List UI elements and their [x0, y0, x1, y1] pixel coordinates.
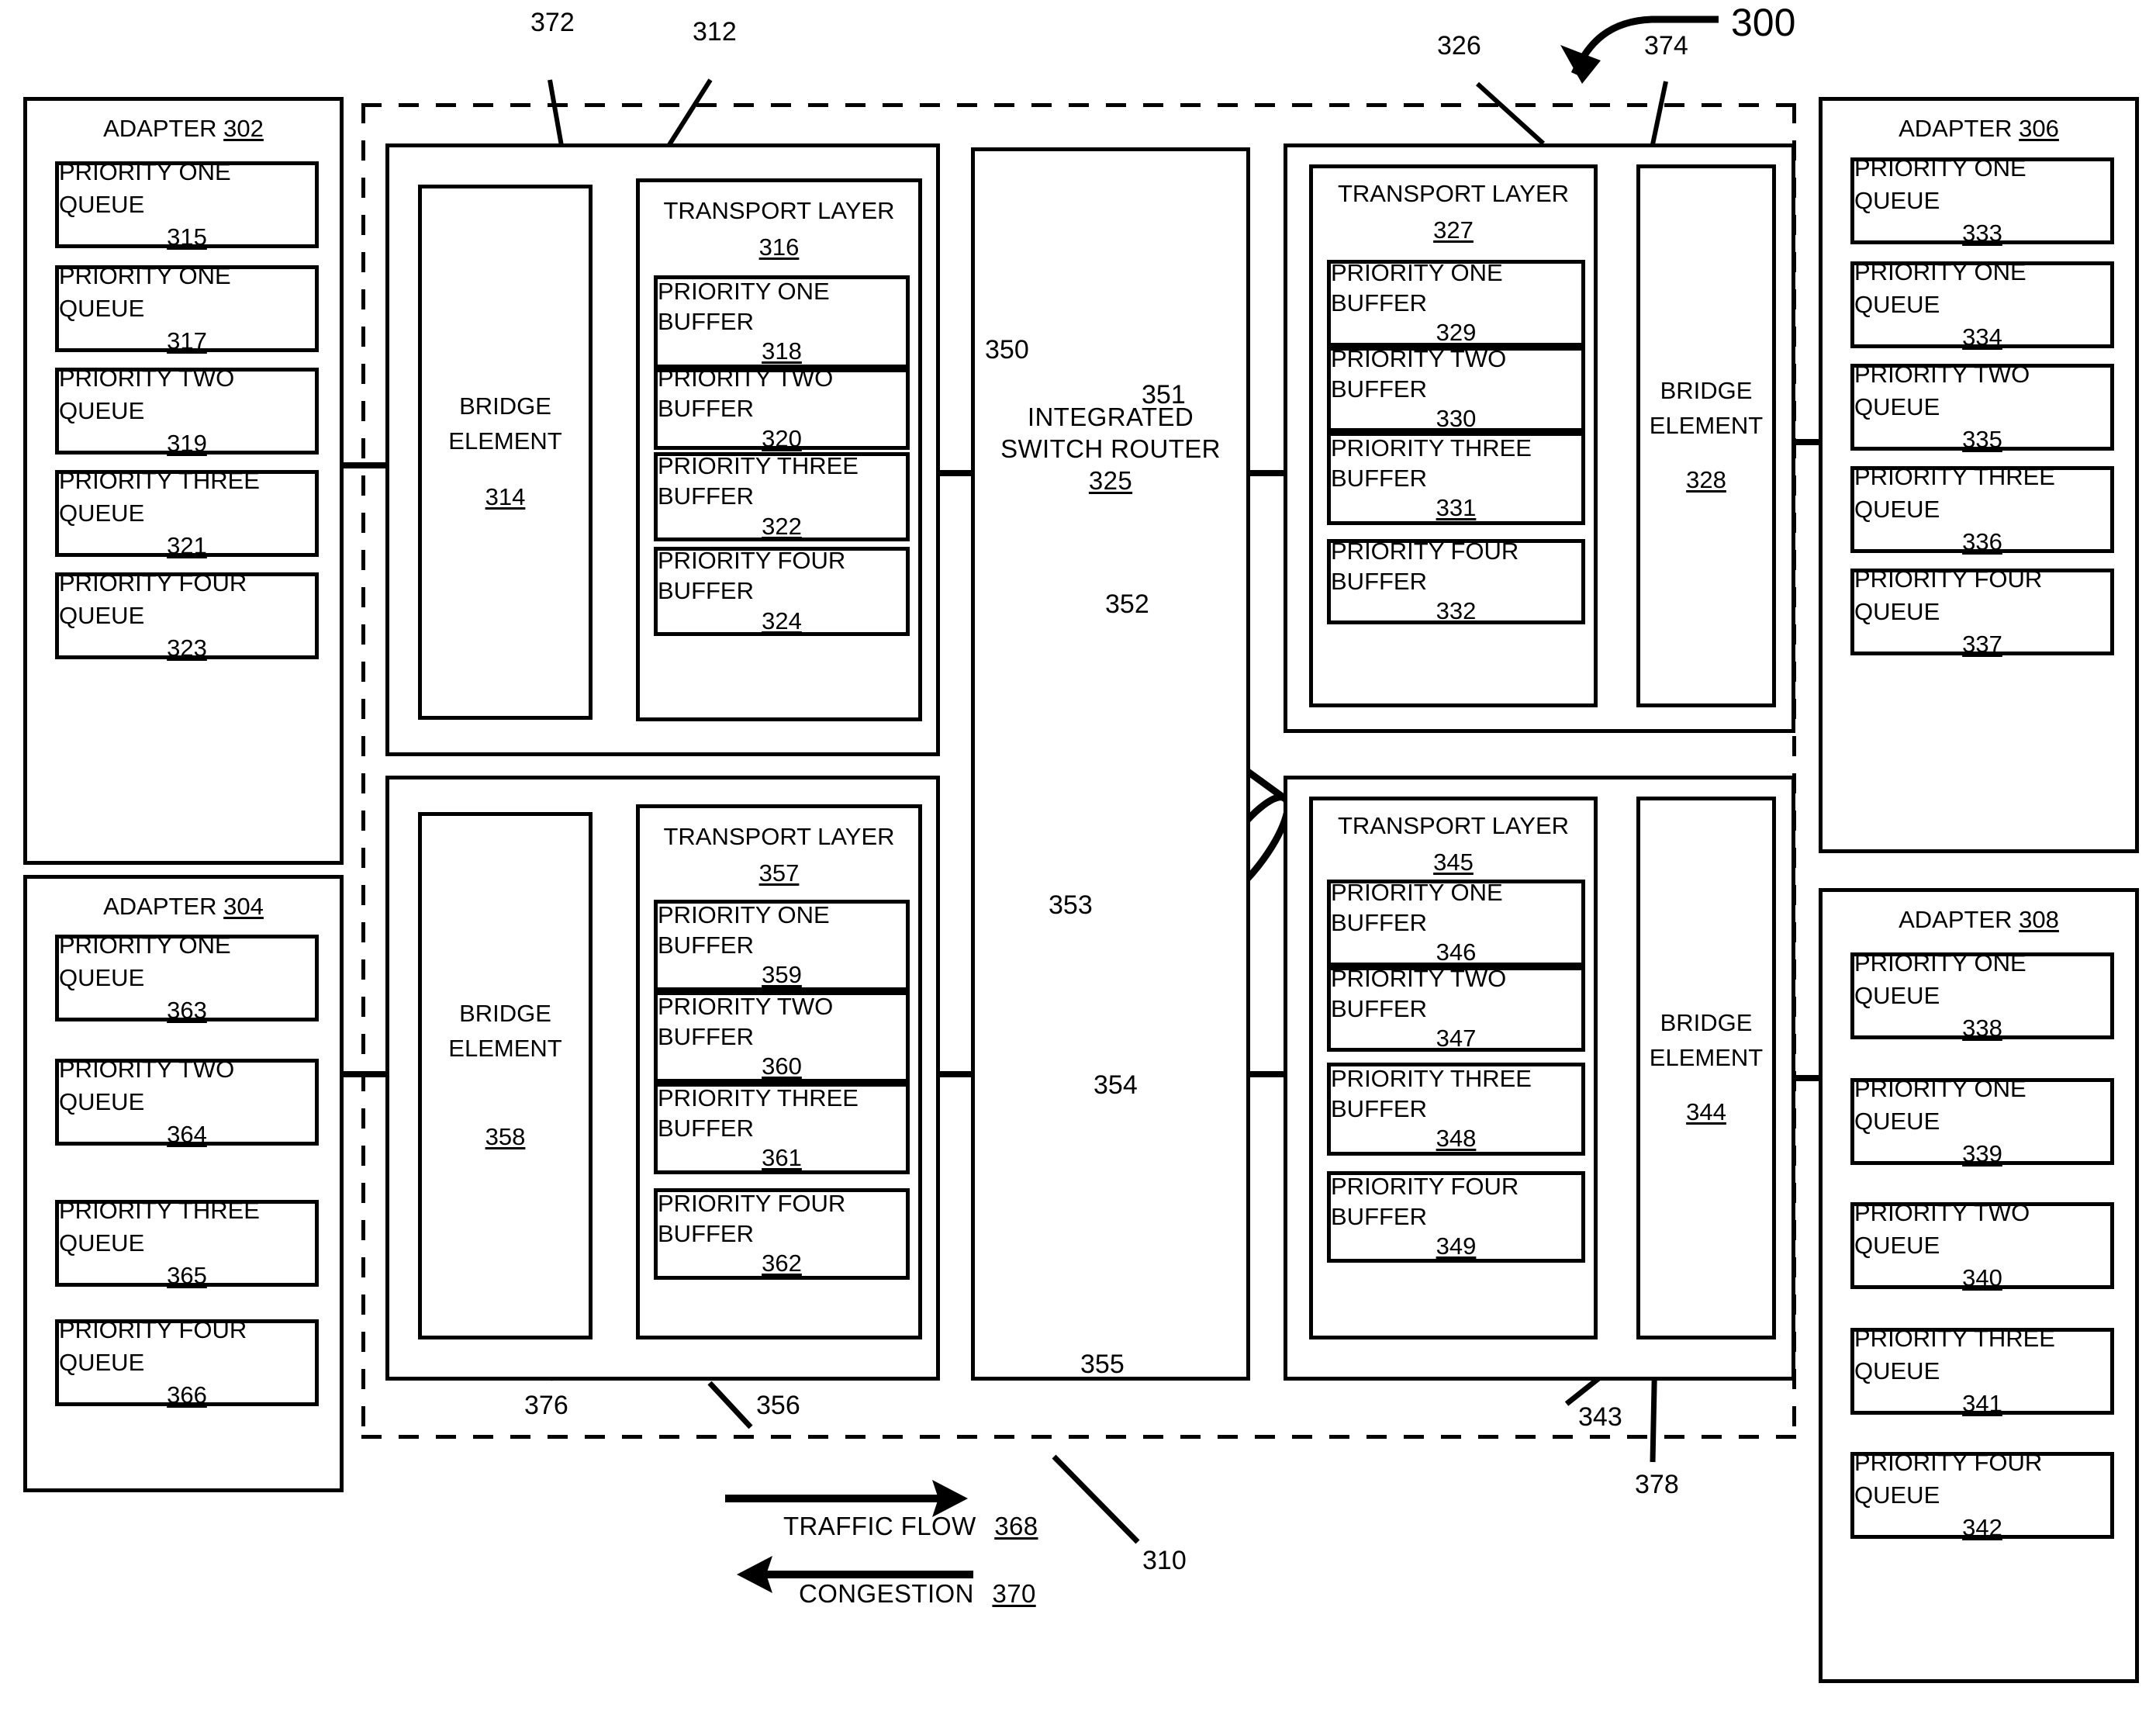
queue-363[interactable]: PRIORITY ONE QUEUE 363 [55, 932, 319, 1024]
transport-layer-345-title: TRANSPORT LAYER 345 [1337, 812, 1570, 876]
adapter-308-ref: 308 [2019, 906, 2059, 933]
callout-310: 310 [1142, 1546, 1187, 1575]
callout-352: 352 [1105, 589, 1149, 619]
adapter-302[interactable]: ADAPTER 302 PRIORITY ONE QUEUE 315 PRIOR… [23, 97, 344, 865]
adapter-302-title: ADAPTER 302 [27, 115, 340, 143]
queue-333[interactable]: PRIORITY ONE QUEUE 333 [1850, 154, 2114, 247]
adapter-304-title: ADAPTER 304 [27, 893, 340, 921]
queue-334[interactable]: PRIORITY ONE QUEUE 334 [1850, 258, 2114, 351]
buffer-320[interactable]: PRIORITY TWO BUFFER 320 [654, 365, 910, 452]
buffer-318[interactable]: PRIORITY ONE BUFFER 318 [654, 275, 910, 368]
transport-layer-327-title: TRANSPORT LAYER 327 [1337, 180, 1570, 244]
adapter-302-title-label: ADAPTER [103, 115, 217, 142]
callout-326: 326 [1437, 31, 1481, 60]
buffer-348[interactable]: PRIORITY THREE BUFFER 348 [1327, 1063, 1585, 1156]
callout-300: 300 [1731, 1, 1796, 44]
bridge-element-314[interactable]: BRIDGE ELEMENT 314 [418, 185, 593, 720]
queue-315[interactable]: PRIORITY ONE QUEUE 315 [55, 158, 319, 251]
callout-343: 343 [1578, 1402, 1622, 1432]
adapter-306-ref: 306 [2019, 115, 2059, 142]
queue-341[interactable]: PRIORITY THREE QUEUE 341 [1850, 1325, 2114, 1417]
buffer-331[interactable]: PRIORITY THREE BUFFER 331 [1327, 432, 1585, 525]
adapter-306-title: ADAPTER 306 [1823, 115, 2135, 143]
queue-364[interactable]: PRIORITY TWO QUEUE 364 [55, 1056, 319, 1148]
queue-319[interactable]: PRIORITY TWO QUEUE 319 [55, 365, 319, 457]
buffer-332[interactable]: PRIORITY FOUR BUFFER 332 [1327, 537, 1585, 624]
callout-378: 378 [1635, 1470, 1679, 1499]
adapter-308[interactable]: ADAPTER 308 PRIORITY ONE QUEUE 338 PRIOR… [1819, 888, 2139, 1683]
callout-355: 355 [1080, 1350, 1125, 1379]
queue-317[interactable]: PRIORITY ONE QUEUE 317 [55, 262, 319, 354]
callout-356: 356 [756, 1391, 800, 1420]
congestion-ref: 370 [992, 1579, 1036, 1608]
bridge-element-328[interactable]: BRIDGE ELEMENT 328 [1636, 164, 1776, 707]
queue-336[interactable]: PRIORITY THREE QUEUE 336 [1850, 463, 2114, 555]
buffer-330[interactable]: PRIORITY TWO BUFFER 330 [1327, 345, 1585, 432]
buffer-322[interactable]: PRIORITY THREE BUFFER 322 [654, 452, 910, 541]
integrated-switch-router-label: INTEGRATED SWITCH ROUTER 325 [1000, 403, 1221, 495]
node-top-right[interactable]: TRANSPORT LAYER 327 PRIORITY ONE BUFFER … [1284, 143, 1795, 733]
figure-number-arrow-300 [1560, 16, 1719, 84]
queue-337[interactable]: PRIORITY FOUR QUEUE 337 [1850, 565, 2114, 658]
adapter-304[interactable]: ADAPTER 304 PRIORITY ONE QUEUE 363 PRIOR… [23, 875, 344, 1492]
buffer-361[interactable]: PRIORITY THREE BUFFER 361 [654, 1083, 910, 1174]
queue-323[interactable]: PRIORITY FOUR QUEUE 323 [55, 569, 319, 662]
transport-layer-316[interactable]: TRANSPORT LAYER 316 PRIORITY ONE BUFFER … [636, 178, 922, 721]
callout-372: 372 [530, 8, 575, 37]
transport-layer-316-title: TRANSPORT LAYER 316 [663, 197, 895, 261]
adapter-304-title-label: ADAPTER [103, 893, 217, 920]
queue-338[interactable]: PRIORITY ONE QUEUE 338 [1850, 949, 2114, 1042]
adapter-308-title: ADAPTER 308 [1823, 906, 2135, 934]
node-bottom-left[interactable]: BRIDGE ELEMENT 358 TRANSPORT LAYER 357 P… [385, 776, 940, 1381]
transport-layer-357-title: TRANSPORT LAYER 357 [663, 823, 895, 887]
bridge-element-358[interactable]: BRIDGE ELEMENT 358 [418, 812, 593, 1339]
buffer-324[interactable]: PRIORITY FOUR BUFFER 324 [654, 547, 910, 636]
bridge-element-344[interactable]: BRIDGE ELEMENT 344 [1636, 797, 1776, 1339]
buffer-360[interactable]: PRIORITY TWO BUFFER 360 [654, 991, 910, 1083]
callout-374: 374 [1644, 31, 1688, 60]
leader-line-310 [1052, 1454, 1140, 1544]
adapter-306-title-label: ADAPTER [1899, 115, 2013, 142]
callout-354: 354 [1094, 1070, 1138, 1100]
adapter-306[interactable]: ADAPTER 306 PRIORITY ONE QUEUE 333 PRIOR… [1819, 97, 2139, 853]
transport-layer-345[interactable]: TRANSPORT LAYER 345 PRIORITY ONE BUFFER … [1309, 797, 1598, 1339]
callout-376: 376 [524, 1391, 568, 1420]
queue-342[interactable]: PRIORITY FOUR QUEUE 342 [1850, 1449, 2114, 1541]
buffer-362[interactable]: PRIORITY FOUR BUFFER 362 [654, 1188, 910, 1280]
buffer-347[interactable]: PRIORITY TWO BUFFER 347 [1327, 965, 1585, 1052]
traffic-flow-ref: 368 [994, 1512, 1038, 1540]
node-bottom-right[interactable]: TRANSPORT LAYER 345 PRIORITY ONE BUFFER … [1284, 776, 1795, 1381]
congestion-label: CONGESTION [799, 1579, 974, 1608]
buffer-346[interactable]: PRIORITY ONE BUFFER 346 [1327, 879, 1585, 966]
callout-353: 353 [1049, 890, 1093, 920]
adapter-308-title-label: ADAPTER [1899, 906, 2013, 933]
callout-312: 312 [693, 17, 737, 47]
queue-335[interactable]: PRIORITY TWO QUEUE 335 [1850, 361, 2114, 453]
adapter-304-ref: 304 [223, 893, 264, 920]
queue-339[interactable]: PRIORITY ONE QUEUE 339 [1850, 1075, 2114, 1167]
callout-350: 350 [985, 335, 1029, 365]
congestion-legend: CONGESTION 370 [799, 1578, 1036, 1610]
queue-321[interactable]: PRIORITY THREE QUEUE 321 [55, 467, 319, 559]
integrated-switch-router-325[interactable] [971, 147, 1250, 1381]
transport-layer-327[interactable]: TRANSPORT LAYER 327 PRIORITY ONE BUFFER … [1309, 164, 1598, 707]
node-top-left[interactable]: BRIDGE ELEMENT 314 TRANSPORT LAYER 316 P… [385, 143, 940, 756]
callout-351: 351 [1142, 380, 1186, 410]
traffic-flow-label: TRAFFIC FLOW [783, 1512, 976, 1540]
queue-365[interactable]: PRIORITY THREE QUEUE 365 [55, 1197, 319, 1289]
buffer-359[interactable]: PRIORITY ONE BUFFER 359 [654, 900, 910, 991]
queue-366[interactable]: PRIORITY FOUR QUEUE 366 [55, 1316, 319, 1409]
queue-340[interactable]: PRIORITY TWO QUEUE 340 [1850, 1199, 2114, 1291]
buffer-349[interactable]: PRIORITY FOUR BUFFER 349 [1327, 1171, 1585, 1263]
adapter-302-ref: 302 [223, 115, 264, 142]
transport-layer-357[interactable]: TRANSPORT LAYER 357 PRIORITY ONE BUFFER … [636, 804, 922, 1339]
patent-figure-300: ADAPTER 302 PRIORITY ONE QUEUE 315 PRIOR… [0, 0, 2156, 1711]
buffer-329[interactable]: PRIORITY ONE BUFFER 329 [1327, 259, 1585, 347]
traffic-flow-legend: TRAFFIC FLOW 368 [783, 1511, 1038, 1543]
